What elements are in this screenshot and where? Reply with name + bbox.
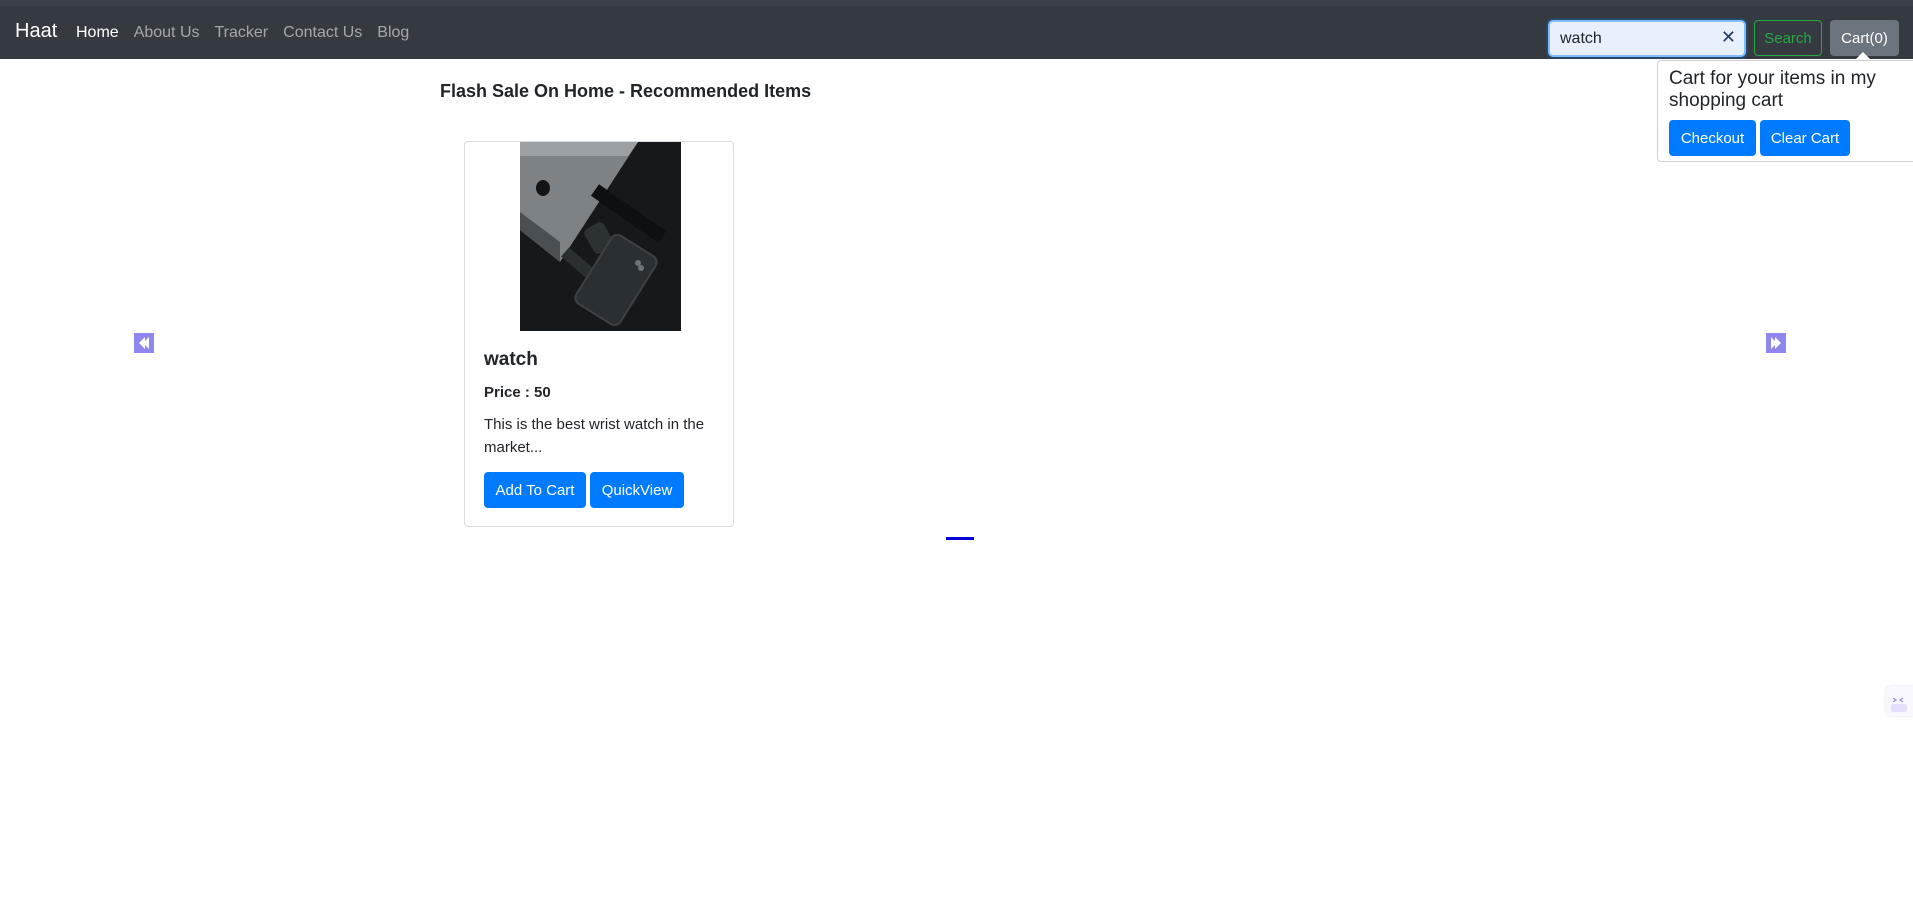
code-icon <box>1891 697 1907 712</box>
nav-link-home[interactable]: Home <box>76 24 119 42</box>
nav-link-contact-us[interactable]: Contact Us <box>283 24 362 42</box>
add-to-cart-button[interactable]: Add To Cart <box>484 472 586 508</box>
search-input[interactable] <box>1560 28 1710 50</box>
cart-popover: Cart for your items in my shopping cart … <box>1657 60 1913 162</box>
chevron-left-icon <box>139 337 149 349</box>
search-box: ✕ <box>1548 20 1746 57</box>
product-image <box>520 142 681 331</box>
product-price: Price : 50 <box>484 384 551 401</box>
nav-link-about-us[interactable]: About Us <box>134 24 200 42</box>
product-title: watch <box>484 349 538 370</box>
quickview-button[interactable]: QuickView <box>590 472 684 508</box>
checkout-button[interactable]: Checkout <box>1669 120 1756 156</box>
carousel-prev-button[interactable] <box>134 333 154 353</box>
carousel-next-button[interactable] <box>1766 333 1786 353</box>
clear-cart-button[interactable]: Clear Cart <box>1760 120 1850 156</box>
carousel-indicator[interactable] <box>946 537 974 540</box>
product-description: This is the best wrist watch in the mark… <box>484 416 705 456</box>
section-title: Flash Sale On Home - Recommended Items <box>440 81 812 101</box>
close-icon[interactable]: ✕ <box>1721 27 1736 48</box>
cart-button[interactable]: Cart(0) <box>1830 20 1899 56</box>
nav-link-blog[interactable]: Blog <box>377 24 409 42</box>
nav-links: Home About Us Tracker Contact Us Blog <box>76 24 409 42</box>
side-widget-tab[interactable] <box>1886 686 1913 716</box>
navbar: Haat Home About Us Tracker Contact Us Bl… <box>0 6 1913 59</box>
cart-popover-title: Cart for your items in my shopping cart <box>1669 68 1876 111</box>
chevron-right-icon <box>1771 337 1781 349</box>
nav-link-tracker[interactable]: Tracker <box>215 24 269 42</box>
brand-logo[interactable]: Haat <box>15 20 57 43</box>
search-button[interactable]: Search <box>1754 20 1822 56</box>
product-card: watch Price : 50 This is the best wrist … <box>464 141 734 527</box>
